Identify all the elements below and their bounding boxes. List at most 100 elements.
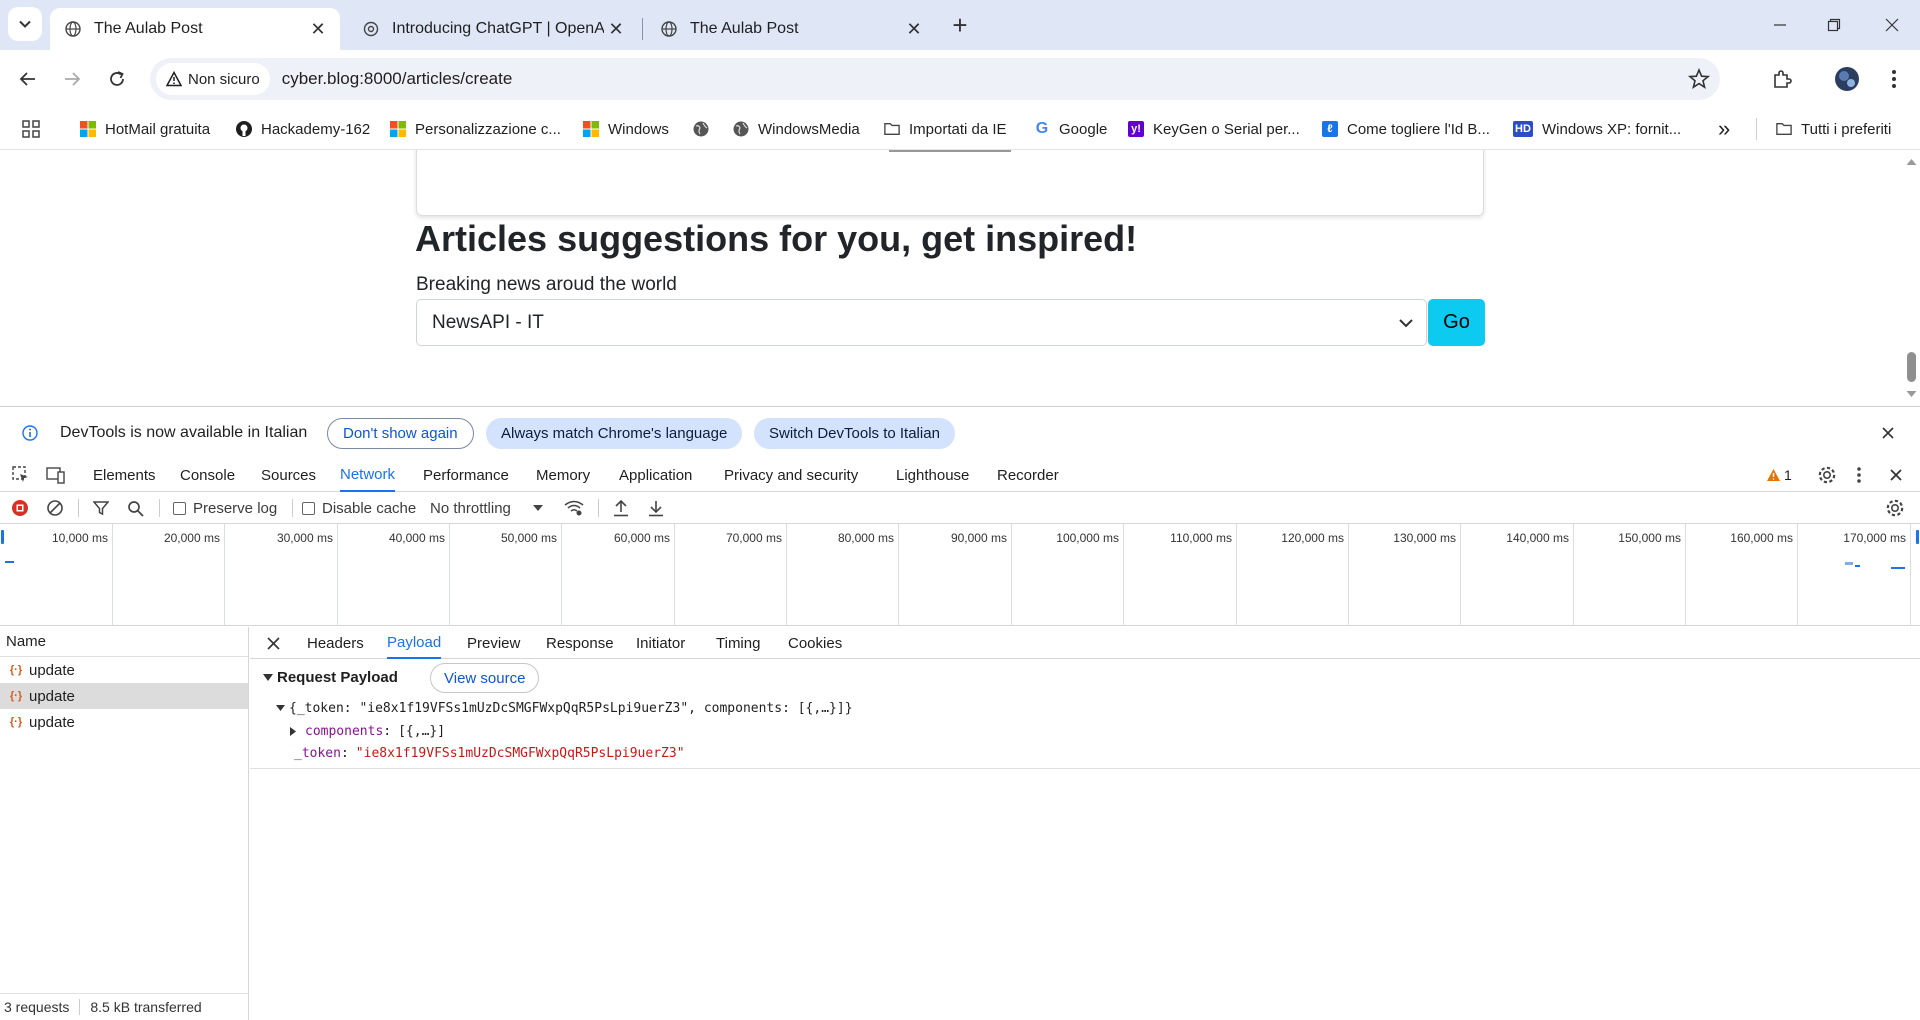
chrome-menu-button[interactable]	[1876, 61, 1912, 97]
extensions-button[interactable]	[1764, 61, 1800, 97]
tab-lighthouse[interactable]: Lighthouse	[896, 458, 969, 492]
toolbar-divider	[78, 499, 79, 517]
tab-chatgpt[interactable]: Introducing ChatGPT | OpenAI ✕	[348, 8, 638, 50]
payload-tree-root[interactable]: {_token: "ie8x1f19VFSs1mUzDcSMGFWxpQqR5P…	[276, 701, 853, 716]
import-har-button[interactable]	[613, 492, 629, 524]
bookmark-label: Come togliere l'Id B...	[1347, 120, 1490, 138]
bookmark-google[interactable]: G Google	[1034, 116, 1108, 142]
tab-preview[interactable]: Preview	[467, 627, 520, 659]
device-icon	[46, 467, 65, 484]
page-scrollbar[interactable]	[1903, 150, 1920, 405]
network-settings-button[interactable]	[1885, 492, 1905, 524]
tab-sources[interactable]: Sources	[261, 458, 316, 492]
tab-response[interactable]: Response	[546, 627, 614, 659]
tab-aulab-post-2[interactable]: The Aulab Post ✕	[646, 8, 936, 50]
tab-title: The Aulab Post	[94, 20, 203, 37]
issues-badge[interactable]: 1	[1766, 458, 1792, 492]
tab-memory[interactable]: Memory	[536, 458, 590, 492]
bookmark-come-togliere[interactable]: ℓ Come togliere l'Id B...	[1322, 116, 1490, 142]
close-infobar-icon[interactable]	[1881, 426, 1895, 440]
scroll-thumb[interactable]	[1907, 352, 1916, 382]
request-row[interactable]: {·} update	[0, 709, 248, 735]
close-devtools-button[interactable]	[1889, 458, 1903, 492]
tab-performance[interactable]: Performance	[423, 458, 509, 492]
tab-search-button[interactable]	[8, 7, 42, 41]
device-toolbar-button[interactable]	[46, 458, 66, 492]
view-source-button[interactable]: View source	[430, 663, 540, 693]
disable-cache-checkbox[interactable]: Disable cache	[302, 492, 416, 524]
tab-console[interactable]: Console	[180, 458, 235, 492]
request-payload-header[interactable]: Request Payload	[263, 669, 398, 686]
tab-aulab-post-1[interactable]: The Aulab Post ✕	[50, 8, 340, 50]
address-bar[interactable]: Non sicuro cyber.blog:8000/articles/crea…	[150, 58, 1720, 100]
search-button[interactable]	[127, 492, 144, 524]
bookmark-hackademy[interactable]: Hackademy-162	[236, 116, 370, 142]
tab-cookies[interactable]: Cookies	[788, 627, 842, 659]
folder-icon	[1776, 121, 1792, 137]
news-source-select[interactable]: NewsAPI - IT	[416, 299, 1427, 346]
tab-elements[interactable]: Elements	[93, 458, 156, 492]
preserve-log-checkbox[interactable]: Preserve log	[173, 492, 277, 524]
bookmark-personalizzazione[interactable]: Personalizzazione c...	[390, 116, 561, 142]
network-conditions-button[interactable]	[564, 492, 584, 524]
payload-components-node[interactable]: components: [{,…}]	[290, 724, 445, 739]
close-window-button[interactable]	[1864, 0, 1920, 50]
tab-headers[interactable]: Headers	[307, 627, 364, 659]
bookmark-keygen[interactable]: y! KeyGen o Serial per...	[1128, 116, 1300, 142]
bookmark-windows-xp[interactable]: HD Windows XP: fornit...	[1513, 116, 1681, 142]
close-detail-button[interactable]	[267, 627, 280, 659]
request-row[interactable]: {·} update	[0, 683, 248, 709]
bookmark-windows[interactable]: Windows	[583, 116, 669, 142]
name-column-header[interactable]: Name	[0, 627, 248, 657]
timeline-tick-label: 130,000 ms	[1393, 531, 1456, 545]
bookmark-hotmail[interactable]: HotMail gratuita	[80, 116, 210, 142]
bookmark-windowsmedia[interactable]: WindowsMedia	[733, 116, 860, 142]
inspect-element-button[interactable]	[12, 458, 30, 492]
restore-button[interactable]	[1806, 0, 1862, 50]
tab-privacy-security[interactable]: Privacy and security	[724, 458, 858, 492]
close-tab-icon[interactable]: ✕	[902, 17, 926, 41]
back-button[interactable]	[10, 61, 46, 97]
record-button[interactable]	[11, 492, 29, 524]
bookmark-star-icon[interactable]	[1688, 68, 1710, 90]
devtools-menu-button[interactable]	[1857, 458, 1861, 492]
clear-button[interactable]	[46, 492, 64, 524]
bookmark-globe[interactable]	[693, 116, 718, 142]
url-text[interactable]: cyber.blog:8000/articles/create	[282, 69, 513, 89]
devtools-settings-button[interactable]	[1817, 458, 1837, 492]
forward-button[interactable]	[54, 61, 90, 97]
go-button[interactable]: Go	[1428, 299, 1485, 346]
profile-avatar[interactable]	[1829, 61, 1865, 97]
checkbox-box[interactable]	[173, 501, 186, 515]
dont-show-again-button[interactable]: Don't show again	[327, 418, 474, 449]
checkbox-box[interactable]	[302, 501, 315, 515]
token-value: "ie8x1f19VFSs1mUzDcSMGFWxpQqR5PsLpi9uerZ…	[355, 746, 685, 761]
tab-recorder[interactable]: Recorder	[997, 458, 1059, 492]
request-row[interactable]: {·} update	[0, 657, 248, 683]
issues-count: 1	[1784, 467, 1792, 483]
reload-button[interactable]	[99, 61, 135, 97]
tab-initiator[interactable]: Initiator	[636, 627, 685, 659]
close-tab-icon[interactable]: ✕	[306, 17, 330, 41]
switch-devtools-italian-button[interactable]: Switch DevTools to Italian	[754, 418, 955, 449]
always-match-language-button[interactable]: Always match Chrome's language	[486, 418, 743, 449]
web-page: Articles suggestions for you, get inspir…	[0, 150, 1920, 405]
security-chip[interactable]: Non sicuro	[156, 63, 270, 95]
tab-network[interactable]: Network	[340, 458, 396, 492]
network-overview-timeline[interactable]: 10,000 ms 20,000 ms 30,000 ms 40,000 ms 50,0…	[0, 524, 1920, 626]
bookmark-folder-importati[interactable]: Importati da IE	[884, 116, 1007, 142]
filter-button[interactable]	[93, 492, 109, 524]
apps-button[interactable]	[22, 116, 40, 142]
timeline-range-handle-right[interactable]	[1916, 530, 1919, 544]
new-tab-button[interactable]: +	[942, 7, 978, 43]
fetch-request-icon: {·}	[9, 690, 23, 702]
tab-payload[interactable]: Payload	[387, 627, 442, 659]
tab-application[interactable]: Application	[619, 458, 692, 492]
throttling-select[interactable]: No throttling	[430, 492, 543, 524]
all-bookmarks-folder[interactable]: Tutti i preferiti	[1776, 116, 1891, 142]
close-tab-icon[interactable]: ✕	[604, 17, 628, 41]
minimize-button[interactable]	[1752, 0, 1808, 50]
tab-timing[interactable]: Timing	[716, 627, 760, 659]
export-har-button[interactable]	[648, 492, 664, 524]
bookmarks-overflow-button[interactable]: »	[1718, 116, 1730, 142]
